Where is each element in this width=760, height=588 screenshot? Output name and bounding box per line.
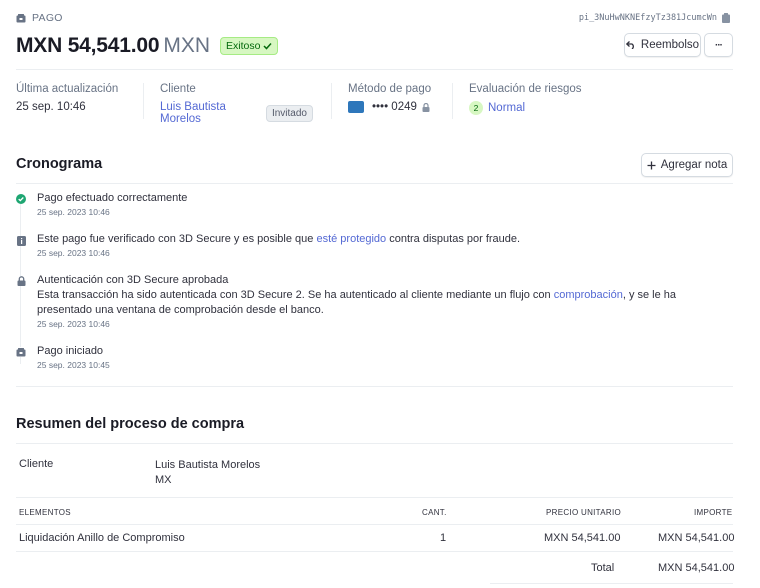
payment-id-text[interactable]: pi_3NuHwNKNEfzyTz381JcumcWn: [579, 13, 717, 23]
risk-label: Evaluación de riesgos: [469, 83, 582, 95]
items-header-top-divider: [16, 497, 733, 498]
checkout-divider: [16, 443, 733, 444]
timeline-event-text: Este pago fue verificado con 3D Secure y…: [37, 232, 733, 247]
payment-id[interactable]: pi_3NuHwNKNEfzyTz381JcumcWn: [579, 13, 730, 23]
timeline-event-date: 25 sep. 2023 10:46: [37, 319, 110, 329]
timeline-event-date: 25 sep. 2023 10:46: [37, 248, 110, 258]
item-name: Liquidación Anillo de Compromiso: [19, 532, 185, 544]
total-label: Total: [591, 562, 615, 574]
timeline-event-text: Pago efectuado correctamente: [37, 192, 188, 204]
checkout-customer-name: Luis Bautista Morelos: [155, 459, 261, 471]
summary-customer: Cliente Luis Bautista Morelos Invitado: [160, 83, 332, 125]
checkout-customer-value: Luis Bautista Morelos MX: [155, 458, 260, 488]
last-update-label: Última actualización: [16, 83, 119, 95]
verification-link[interactable]: comprobación: [554, 289, 623, 301]
timeline-event-date: 25 sep. 2023 10:46: [37, 207, 110, 217]
amex-card-icon: [348, 101, 364, 113]
timeline-event-text: Pago iniciado: [37, 345, 104, 357]
refund-button[interactable]: Reembolso: [624, 33, 701, 57]
payment-icon: [16, 347, 26, 357]
timeline-event: Este pago fue verificado con 3D Secure y…: [16, 232, 733, 258]
column-header-qty: CANT.: [422, 508, 447, 517]
column-header-items: ELEMENTOS: [19, 508, 71, 517]
more-actions-button[interactable]: ···: [704, 33, 733, 57]
protected-link[interactable]: esté protegido: [316, 233, 386, 245]
status-badge: Exitoso: [220, 37, 279, 55]
customer-label: Cliente: [160, 83, 196, 95]
item-qty: 1: [440, 532, 447, 544]
timeline-event: Pago iniciado 25 sep. 2023 10:45: [16, 344, 733, 370]
section-label-text: PAGO: [32, 12, 63, 24]
timeline-event: Autenticación con 3D Secure aprobada Est…: [16, 273, 733, 329]
item-unit-price: MXN 54,541.00: [544, 532, 621, 544]
checkout-title: Resumen del proceso de compra: [16, 416, 245, 432]
undo-arrow-icon: [625, 41, 634, 49]
summary-payment-method: Método de pago •••• 0249: [348, 83, 453, 119]
timeline-event-text: Esta transacción ha sido autenticada con…: [37, 288, 727, 318]
total-divider: [490, 583, 733, 584]
timeline-title: Cronograma: [16, 156, 103, 172]
info-shield-icon: [16, 236, 26, 246]
card-last4: •••• 0249: [372, 101, 417, 113]
payment-currency: MXN: [163, 34, 210, 57]
copy-icon[interactable]: [722, 13, 730, 23]
column-header-unit-price: PRECIO UNITARIO: [546, 508, 622, 517]
checkout-customer-country: MX: [155, 474, 172, 486]
items-header-divider: [16, 524, 733, 525]
plus-icon: [647, 161, 656, 169]
check-icon: [263, 42, 272, 50]
summary-risk: Evaluación de riesgos 2 Normal: [469, 83, 629, 119]
guest-badge: Invitado: [265, 104, 313, 122]
header-divider: [16, 69, 733, 70]
summary-last-update: Última actualización 25 sep. 10:46: [16, 83, 144, 119]
timeline-event: Pago efectuado correctamente 25 sep. 202…: [16, 191, 733, 217]
items-bottom-divider: [16, 551, 733, 552]
total-value: MXN 54,541.00: [658, 562, 735, 574]
payment-amount: MXN 54,541.00: [16, 34, 160, 57]
payment-icon: [16, 13, 26, 22]
payment-summary: Última actualización 25 sep. 10:46 Clien…: [16, 83, 733, 125]
payment-method-value: •••• 0249: [348, 101, 434, 113]
risk-link[interactable]: Normal: [488, 102, 525, 114]
refund-button-label: Reembolso: [640, 39, 700, 51]
add-note-label: Agregar nota: [660, 159, 728, 171]
timeline-text-before: Esta transacción ha sido autenticada con…: [37, 289, 554, 301]
section-label: PAGO: [16, 12, 63, 24]
timeline-event-title: Autenticación con 3D Secure aprobada: [37, 274, 229, 286]
risk-score-badge: 2: [469, 101, 483, 115]
customer-link[interactable]: Luis Bautista Morelos: [160, 101, 261, 125]
timeline-event-date: 25 sep. 2023 10:45: [37, 360, 110, 370]
lock-icon: [16, 276, 26, 286]
column-header-amount: IMPORTE: [694, 508, 733, 517]
lock-icon: [422, 102, 430, 112]
payment-method-label: Método de pago: [348, 83, 432, 95]
add-note-button[interactable]: Agregar nota: [641, 153, 733, 177]
amount-row: MXN 54,541.00 MXN Exitoso: [16, 32, 279, 60]
item-amount: MXN 54,541.00: [658, 532, 735, 544]
timeline-bottom-divider: [16, 386, 733, 387]
risk-value: 2 Normal: [469, 101, 611, 115]
last-update-value: 25 sep. 10:46: [16, 101, 86, 113]
customer-value: Luis Bautista Morelos Invitado: [160, 101, 313, 125]
more-icon: ···: [715, 39, 723, 51]
check-circle-icon: [16, 194, 26, 204]
timeline-divider: [16, 183, 733, 184]
status-badge-label: Exitoso: [226, 40, 261, 52]
timeline-text-after: contra disputas por fraude.: [386, 233, 521, 245]
timeline-text-before: Este pago fue verificado con 3D Secure y…: [37, 233, 317, 245]
checkout-customer-label: Cliente: [19, 458, 54, 470]
